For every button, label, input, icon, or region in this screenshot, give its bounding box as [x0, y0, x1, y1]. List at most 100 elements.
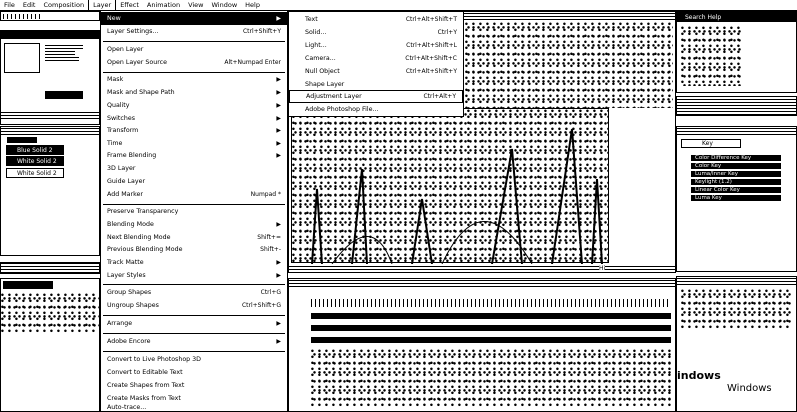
menu-item-label: New — [107, 14, 121, 22]
menu-item-label: Layer Settings... — [107, 27, 159, 35]
menu-item-3d-layer[interactable]: 3D Layer — [101, 162, 287, 175]
menu-item-shortcut: Ctrl+G — [260, 288, 281, 296]
menu-item-previous-blending-mode[interactable]: Previous Blending Mode Shift+- — [101, 243, 287, 256]
menu-file[interactable]: File — [0, 0, 19, 10]
item-info-line — [45, 51, 75, 55]
menu-item-label: Track Matte — [107, 258, 144, 266]
menu-animation[interactable]: Animation — [143, 0, 184, 10]
menu-item-time[interactable]: Time ▶ — [101, 137, 287, 150]
item-label: White Solid 2 — [17, 157, 57, 165]
menu-item-transform[interactable]: Transform ▶ — [101, 124, 287, 137]
menu-window[interactable]: Window — [208, 0, 242, 10]
help-search[interactable]: Search Help — [677, 12, 796, 22]
menu-item-shortcut: Alt+Numpad Enter — [224, 58, 281, 66]
comp-image-canvas[interactable] — [291, 108, 609, 264]
submenu-item-light[interactable]: Light... Ctrl+Alt+Shift+L — [289, 39, 463, 52]
menu-view[interactable]: View — [184, 0, 207, 10]
list-item[interactable]: White Solid 2 — [6, 156, 64, 166]
menu-item-shortcut: Ctrl+Alt+Shift+T — [405, 15, 457, 23]
menu-item-shortcut: Ctrl+Alt+Shift+C — [405, 54, 457, 62]
time-ruler[interactable] — [311, 299, 671, 307]
timecode-display[interactable] — [3, 281, 53, 289]
menu-layer[interactable]: Layer — [88, 0, 117, 11]
submenu-item-photoshop-file[interactable]: Adobe Photoshop File... — [289, 103, 463, 116]
menu-item-next-blending-mode[interactable]: Next Blending Mode Shift+= — [101, 231, 287, 244]
menu-item-blending-mode[interactable]: Blending Mode ▶ — [101, 218, 287, 231]
menu-item-guide-layer[interactable]: Guide Layer — [101, 175, 287, 188]
menu-item-adobe-encore[interactable]: Adobe Encore ▶ — [101, 335, 287, 348]
new-submenu: Text Ctrl+Alt+Shift+T Solid... Ctrl+Y Ligh… — [288, 11, 464, 117]
menu-effect[interactable]: Effect — [116, 0, 143, 10]
submenu-arrow-icon: ▶ — [276, 220, 281, 228]
submenu-item-shape-layer[interactable]: Shape Layer — [289, 78, 463, 91]
menu-separator — [103, 351, 285, 352]
menu-edit[interactable]: Edit — [19, 0, 40, 10]
menu-composition[interactable]: Composition — [39, 0, 88, 10]
menu-separator — [103, 284, 285, 285]
layer-menu: New ▶ Layer Settings... Ctrl+Shift+Y Open … — [100, 11, 288, 412]
timeline-track-area[interactable] — [311, 349, 671, 407]
menu-item-label: Mask and Shape Path — [107, 88, 175, 96]
info-readout — [681, 26, 741, 86]
submenu-item-null-object[interactable]: Null Object Ctrl+Alt+Shift+Y — [289, 65, 463, 78]
menu-item-mask[interactable]: Mask ▶ — [101, 73, 287, 86]
submenu-item-text[interactable]: Text Ctrl+Alt+Shift+T — [289, 13, 463, 26]
menu-item-ungroup-shapes[interactable]: Ungroup Shapes Ctrl+Shift+G — [101, 299, 287, 312]
watermark-line2: Windows — [727, 383, 772, 394]
effects-search-input[interactable]: Key — [681, 139, 741, 148]
effect-item[interactable]: Luma/Inner Key — [691, 171, 781, 177]
tools-strip[interactable] — [3, 14, 43, 19]
menu-item-mask-shape-path[interactable]: Mask and Shape Path ▶ — [101, 86, 287, 99]
menu-item-frame-blending[interactable]: Frame Blending ▶ — [101, 149, 287, 162]
menu-item-switches[interactable]: Switches ▶ — [101, 112, 287, 125]
menu-item-add-marker[interactable]: Add Marker Numpad * — [101, 188, 287, 201]
menu-item-new[interactable]: New ▶ — [101, 12, 287, 25]
paragraph-controls[interactable] — [681, 289, 791, 329]
zoom-label[interactable]: Hi — [599, 265, 606, 272]
submenu-arrow-icon: ▶ — [276, 114, 281, 122]
menu-item-create-shapes-from-text[interactable]: Create Shapes from Text — [101, 379, 287, 392]
menu-item-layer-settings[interactable]: Layer Settings... Ctrl+Shift+Y — [101, 25, 287, 38]
menu-item-track-matte[interactable]: Track Matte ▶ — [101, 256, 287, 269]
menu-item-open-layer-source[interactable]: Open Layer Source Alt+Numpad Enter — [101, 56, 287, 69]
effect-item[interactable]: Color Difference Key — [691, 155, 781, 161]
submenu-arrow-icon: ▶ — [276, 75, 281, 83]
menu-item-preserve-transparency[interactable]: Preserve Transparency — [101, 205, 287, 218]
menu-help[interactable]: Help — [241, 0, 264, 10]
effect-item[interactable]: Linear Color Key — [691, 187, 781, 193]
effects-search-value: Key — [702, 140, 713, 147]
submenu-item-camera[interactable]: Camera... Ctrl+Alt+Shift+C — [289, 52, 463, 65]
submenu-arrow-icon: ▶ — [276, 319, 281, 327]
item-info-line — [45, 57, 79, 61]
layer-bar[interactable] — [311, 313, 671, 319]
list-item[interactable] — [7, 137, 37, 143]
thumbnail-preview — [4, 43, 40, 73]
menu-item-convert-live-photoshop[interactable]: Convert to Live Photoshop 3D — [101, 353, 287, 366]
grass-image — [311, 128, 603, 264]
layer-bar[interactable] — [311, 337, 671, 343]
menu-item-convert-editable-text[interactable]: Convert to Editable Text — [101, 366, 287, 379]
effect-item[interactable]: Color Key — [691, 163, 781, 169]
menu-item-auto-trace[interactable]: Auto-trace... — [101, 403, 287, 412]
menu-item-arrange[interactable]: Arrange ▶ — [101, 317, 287, 330]
project-list-header — [1, 127, 99, 135]
list-item[interactable]: Blue Solid 2 — [6, 145, 64, 155]
submenu-item-adjustment-layer[interactable]: Adjustment Layer Ctrl+Alt+Y — [289, 90, 463, 103]
comp-image-top — [465, 22, 673, 108]
effect-item[interactable]: Luma Key — [691, 195, 781, 201]
menu-item-label: Auto-trace... — [107, 404, 147, 411]
menu-item-open-layer[interactable]: Open Layer — [101, 43, 287, 56]
project-search[interactable] — [1, 111, 99, 119]
menu-item-label: Create Shapes from Text — [107, 381, 185, 389]
submenu-arrow-icon: ▶ — [276, 139, 281, 147]
submenu-arrow-icon: ▶ — [276, 88, 281, 96]
list-item[interactable]: White Solid 2 — [6, 168, 64, 178]
layer-bar[interactable] — [311, 325, 671, 331]
submenu-item-solid[interactable]: Solid... Ctrl+Y — [289, 26, 463, 39]
search-field[interactable]: Search Help — [685, 14, 721, 21]
menu-item-layer-styles[interactable]: Layer Styles ▶ — [101, 269, 287, 282]
menu-item-quality[interactable]: Quality ▶ — [101, 99, 287, 112]
menu-item-group-shapes[interactable]: Group Shapes Ctrl+G — [101, 286, 287, 299]
menu-item-label: Ungroup Shapes — [107, 301, 159, 309]
effect-item[interactable]: Keylight (1.2) — [691, 179, 781, 185]
